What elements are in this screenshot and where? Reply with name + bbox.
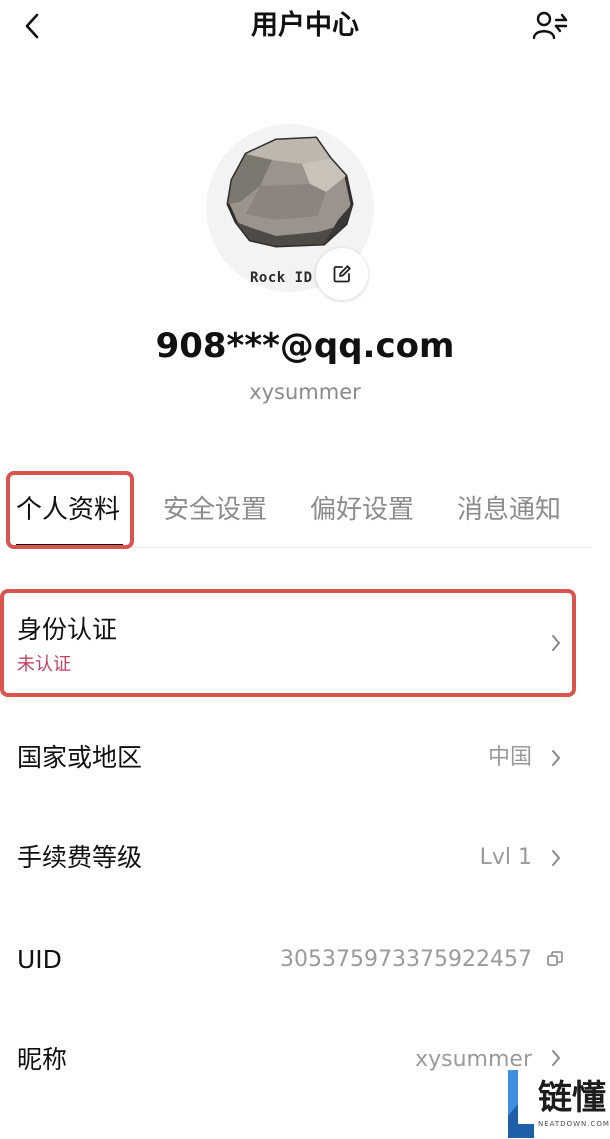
copy-uid-button[interactable] [546,950,564,968]
uid-value: 305375973375922457 [280,947,532,972]
chevron-right-icon [548,847,564,869]
watermark-logo: 链懂 NEATDOWN.COM [496,1064,610,1139]
header: 用户中心 [0,0,610,56]
user-switch-icon [532,11,568,40]
nickname-label: 昵称 [17,1045,68,1074]
watermark-subtext: NEATDOWN.COM [538,1120,610,1128]
edit-icon [333,265,351,283]
region-value: 中国 [487,745,532,770]
avatar-caption: Rock ID [250,270,313,286]
watermark-l-icon [508,1070,534,1138]
edit-avatar-button[interactable] [316,248,368,300]
avatar-container: Rock ID [206,124,376,300]
region-row[interactable]: 国家或地区 中国 [0,714,610,804]
user-switch-button[interactable] [530,8,570,44]
identity-row-highlight-box [0,589,576,697]
account-email: 908***@qq.com [155,326,455,366]
page-title: 用户中心 [251,10,359,41]
fee-level-row[interactable]: 手续费等级 Lvl 1 [0,814,610,904]
region-label: 国家或地区 [17,743,143,772]
tab-preference-settings[interactable]: 偏好设置 [310,492,414,528]
tab-security-settings[interactable]: 安全设置 [163,492,267,528]
uid-row: UID 305375973375922457 [0,914,610,1004]
copy-icon [547,951,563,966]
fee-level-value: Lvl 1 [479,845,532,870]
chevron-right-icon [548,747,564,769]
watermark-text: 链懂 [538,1078,606,1118]
tab-highlight-box [6,471,134,549]
uid-label: UID [17,945,62,974]
account-username: xysummer [249,380,361,404]
tab-notifications[interactable]: 消息通知 [457,492,561,528]
fee-level-label: 手续费等级 [17,843,143,872]
